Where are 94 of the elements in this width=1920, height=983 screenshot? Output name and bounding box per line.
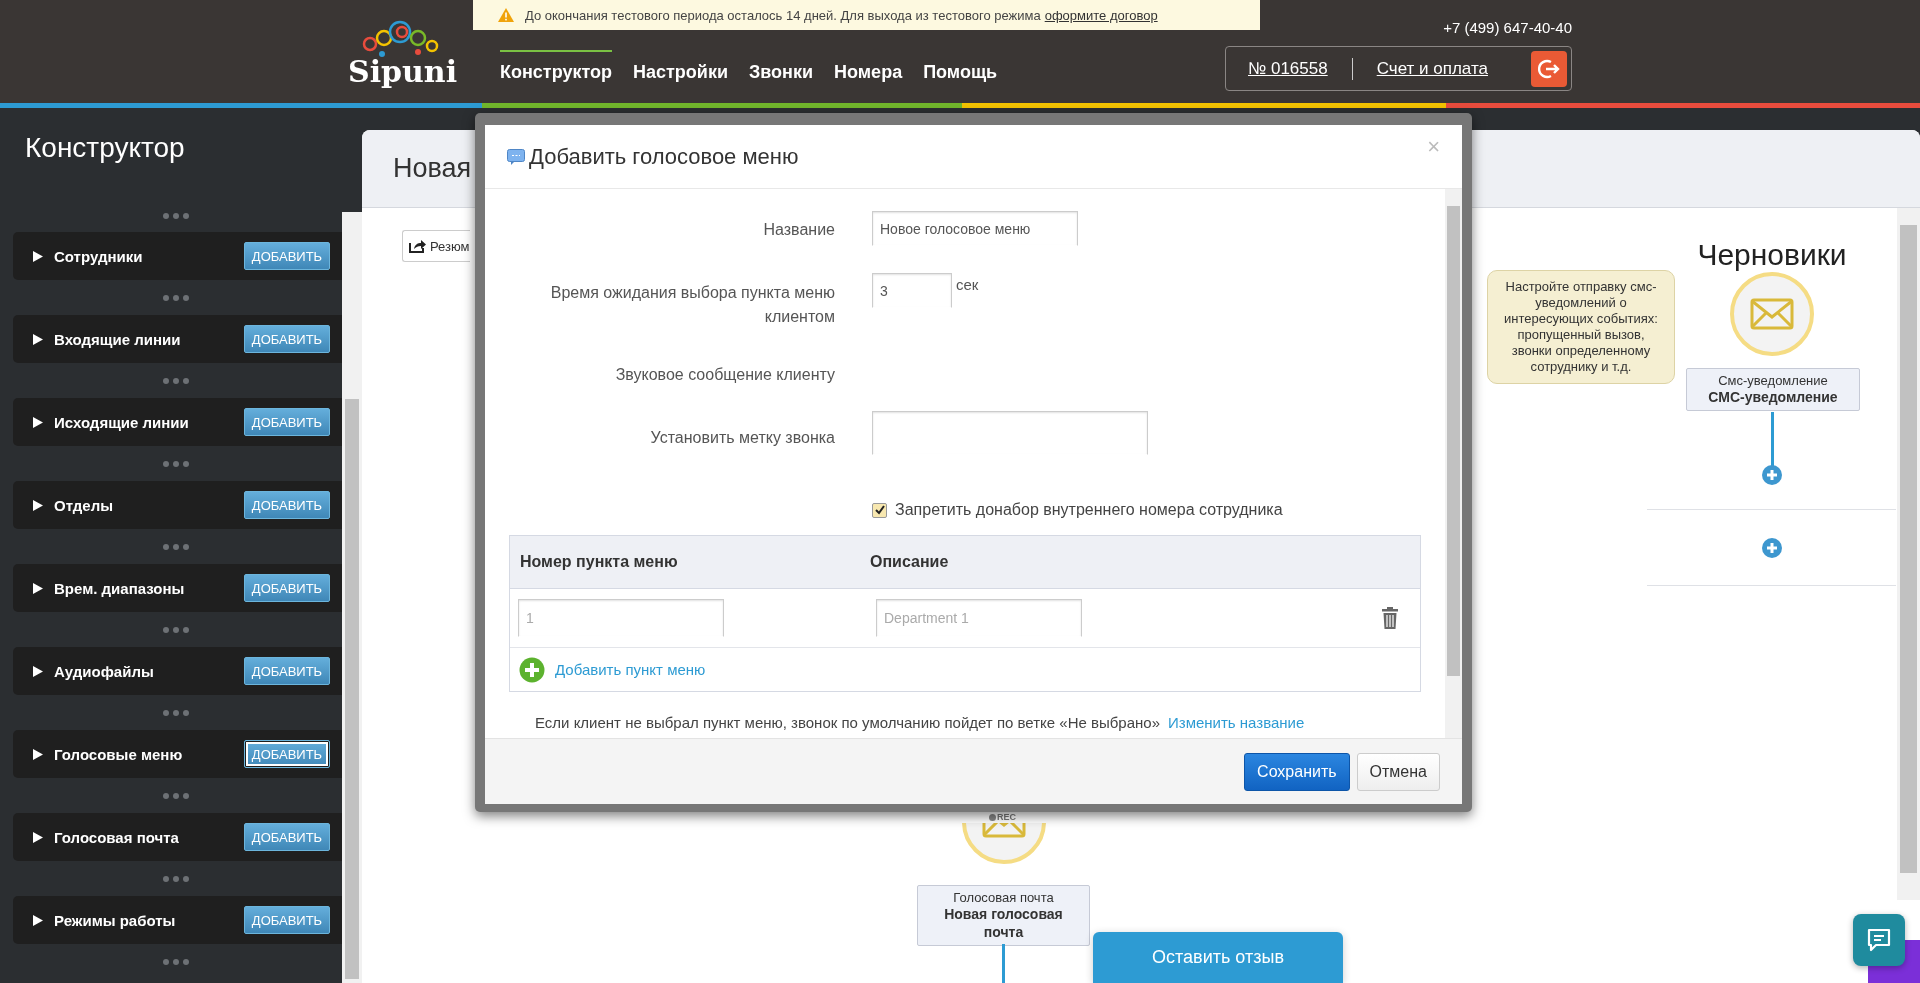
ellipsis-icon [162, 791, 190, 800]
trash-icon[interactable] [1382, 607, 1398, 629]
ellipsis-icon [162, 874, 190, 883]
drafts-title: Черновики [1696, 238, 1848, 272]
scrollbar[interactable] [1445, 189, 1462, 738]
ellipsis-icon [162, 625, 190, 634]
ellipsis-icon [162, 957, 190, 966]
expand-arrow-icon [33, 416, 43, 428]
nav-tab[interactable]: Звонки [749, 50, 814, 83]
nav-tab[interactable]: Настройки [633, 50, 728, 83]
sidebar-item[interactable]: Входящие линии ДОБАВИТЬ [13, 315, 342, 363]
ellipsis-icon [162, 376, 190, 385]
ellipsis-icon [162, 542, 190, 551]
sidebar-item[interactable]: Голосовые меню ДОБАВИТЬ [13, 730, 342, 778]
voicemail-node[interactable]: Голосовая почта Новая голосовая почта [917, 885, 1090, 946]
sidebar-item-label: Врем. диапазоны [54, 579, 185, 597]
sidebar-item[interactable]: Врем. диапазоны ДОБАВИТЬ [13, 564, 342, 612]
nav-tab[interactable]: Конструктор [500, 50, 613, 83]
sidebar-item-label: Исходящие линии [54, 413, 189, 431]
summary-button[interactable]: Резюм [402, 230, 470, 262]
sidebar-item-label: Аудиофайлы [54, 662, 154, 680]
envelope-icon [1730, 272, 1814, 356]
field-label: Время ожидания выбора пункта меню клиентом [549, 283, 835, 327]
plus-icon[interactable] [1761, 464, 1783, 486]
logout-icon [1538, 57, 1560, 80]
sidebar-item-label: Голосовая почта [54, 828, 179, 846]
cancel-button[interactable]: Отмена [1356, 752, 1440, 791]
rec-label: REC [997, 812, 1016, 822]
nav-tab[interactable]: Номера [834, 50, 903, 83]
field-label: Название [762, 220, 835, 240]
sidebar-item[interactable]: Сотрудники ДОБАВИТЬ [13, 232, 342, 280]
expand-arrow-icon [33, 748, 43, 760]
sidebar-item-label: Сотрудники [54, 247, 143, 265]
expand-arrow-icon [33, 665, 43, 677]
hint-tooltip: Настройте отправку смс-уведомлений о интересующих событиях: пропущенный вызов, звонки определенному сотруднику и т.д. [1487, 270, 1675, 384]
sidebar-item[interactable]: Отделы ДОБАВИТЬ [13, 481, 342, 529]
expand-arrow-icon [33, 914, 43, 926]
notice-text: До окончания тестового периода осталось 14 дней. Для выхода из тестового режима [525, 7, 1041, 23]
scrollbar[interactable] [342, 212, 362, 983]
panel-title: Новая [393, 153, 472, 184]
timeout-field[interactable]: 3 [872, 273, 952, 308]
nav-tab[interactable]: Помощь [923, 50, 998, 83]
dot-icon [989, 813, 996, 821]
sidebar-item[interactable]: Исходящие линии ДОБАВИТЬ [13, 398, 342, 446]
column-header: Номер пункта меню [519, 553, 679, 571]
ellipsis-icon [162, 459, 190, 468]
sidebar-item-label: Голосовые меню [54, 745, 183, 763]
chat-button[interactable] [1853, 914, 1905, 966]
sidebar-item[interactable]: Аудиофайлы ДОБАВИТЬ [13, 647, 342, 695]
share-icon [409, 239, 427, 253]
node-type: Смс-уведомление [1717, 373, 1829, 388]
checkbox-label: Запретить донабор внутреннего номера сотрудника [895, 501, 1283, 519]
sidebar-item-label: Отделы [54, 496, 114, 514]
expand-arrow-icon [33, 582, 43, 594]
save-button[interactable]: Сохранить [1244, 752, 1350, 791]
node-type: Голосовая почта [952, 890, 1055, 905]
hint-text: Если клиент не выбрал пункт меню, звонок по умолчанию пойдет по ветке «Не выбрано» [535, 714, 1160, 731]
sidebar-item-label: Режимы работы [54, 911, 176, 929]
name-field[interactable]: Новое голосовое меню [872, 211, 1078, 246]
menu-number-field[interactable]: 1 [518, 599, 724, 637]
phone-number: +7 (499) 647-40-40 [1443, 19, 1572, 36]
expand-arrow-icon [33, 831, 43, 843]
account-number-link[interactable]: № 016558 [1248, 58, 1328, 79]
plus-circle-icon [519, 656, 545, 683]
sidebar-item[interactable]: Режимы работы ДОБАВИТЬ [13, 896, 342, 944]
ellipsis-icon [162, 708, 190, 717]
field-label: Установить метку звонка [649, 428, 835, 448]
billing-link[interactable]: Счет и оплата [1376, 58, 1488, 79]
sms-node[interactable]: Смс-уведомление СМС-уведомление [1686, 368, 1860, 411]
ellipsis-icon [162, 212, 190, 220]
dialog-title: Добавить голосовое меню [529, 143, 799, 170]
field-label: Звуковое сообщение клиенту [614, 365, 835, 385]
description-field[interactable]: Department 1 [876, 599, 1082, 637]
expand-arrow-icon [33, 250, 43, 262]
checkbox[interactable] [872, 502, 887, 518]
tag-field[interactable] [872, 411, 1148, 455]
logout-button[interactable] [1531, 50, 1567, 87]
speech-bubble-icon [507, 148, 525, 165]
node-name: Новая голосовая почта [943, 905, 1064, 941]
node-name: СМС-уведомление [1707, 388, 1839, 406]
column-header: Описание [869, 553, 950, 571]
sidebar-item[interactable]: Голосовая почта ДОБАВИТЬ [13, 813, 342, 861]
sidebar-title: Конструктор [24, 131, 186, 165]
contract-link[interactable]: оформите договор [1044, 7, 1158, 23]
expand-arrow-icon [33, 499, 43, 511]
chat-icon [1866, 927, 1892, 953]
logo-wordmark: Sipuni [347, 56, 458, 88]
unit-label: сек [956, 276, 979, 293]
warning-icon [497, 7, 515, 23]
expand-arrow-icon [33, 333, 43, 345]
ellipsis-icon [162, 293, 190, 302]
scrollbar[interactable] [1897, 208, 1920, 900]
sidebar-item-label: Входящие линии [54, 330, 181, 348]
plus-icon[interactable] [1761, 537, 1783, 559]
